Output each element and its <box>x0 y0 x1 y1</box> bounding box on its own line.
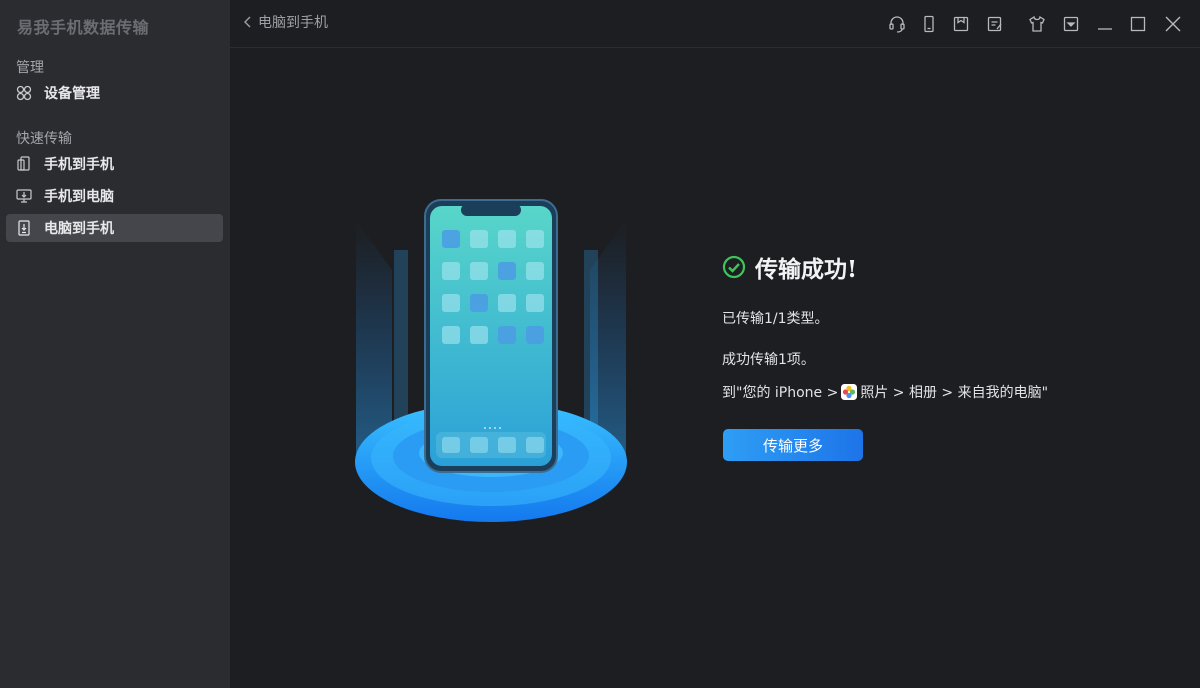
sidebar-item-label: 电脑到手机 <box>44 221 114 237</box>
section-label-quick: 快速传输 <box>16 131 72 147</box>
section-label-manage: 管理 <box>16 60 44 76</box>
bookmark-button[interactable] <box>949 12 973 36</box>
success-check-icon <box>722 255 746 279</box>
sidebar-item-label: 手机到电脑 <box>44 189 114 205</box>
phone-icon <box>924 15 934 33</box>
destination-prefix: 到"您的 iPhone > <box>722 385 839 401</box>
chevron-left-icon <box>244 16 251 28</box>
result-line-types: 已传输1/1类型。 <box>722 311 829 327</box>
maximize-icon <box>1130 16 1146 32</box>
phone-to-phone-icon <box>16 156 32 172</box>
sidebar-item-pc-to-phone[interactable]: 电脑到手机 <box>6 214 223 242</box>
destination-photos: 照片 <box>860 385 889 401</box>
result-line-items: 成功传输1项。 <box>722 352 815 368</box>
minimize-icon <box>1098 28 1112 30</box>
back-button[interactable]: 电脑到手机 <box>242 12 328 32</box>
maximize-button[interactable] <box>1126 12 1150 36</box>
result-title: 传输成功! <box>755 256 858 283</box>
sidebar-item-label: 设备管理 <box>44 86 100 102</box>
notes-icon <box>987 16 1002 32</box>
headset-icon <box>889 16 905 33</box>
device-manage-icon <box>16 85 32 101</box>
pc-to-phone-icon <box>16 220 32 236</box>
tshirt-icon <box>1029 15 1045 32</box>
device-button[interactable] <box>917 12 941 36</box>
app-title: 易我手机数据传输 <box>17 18 150 37</box>
minimize-button[interactable] <box>1093 12 1117 36</box>
close-button[interactable] <box>1161 12 1185 36</box>
destination-suffix: > 相册 > 来自我的电脑" <box>888 385 1049 401</box>
topbar: 电脑到手机 <box>230 0 1200 48</box>
support-button[interactable] <box>885 12 909 36</box>
sidebar-item-device-manage[interactable]: 设备管理 <box>6 79 223 107</box>
phone-to-pc-icon <box>16 188 32 204</box>
sidebar-item-phone-to-phone[interactable]: 手机到手机 <box>6 150 223 178</box>
photos-app-icon <box>841 384 858 400</box>
sidebar-item-label: 手机到手机 <box>44 157 114 173</box>
sidebar-item-phone-to-pc[interactable]: 手机到电脑 <box>6 182 223 210</box>
transfer-illustration <box>350 190 640 535</box>
result-destination: 到"您的 iPhone > 照片 > 相册 > 来自我的电脑" <box>722 382 1048 402</box>
sidebar: 易我手机数据传输 管理 设备管理 快速传输 手机到手机 手机到电脑 电脑到手机 <box>0 0 230 688</box>
breadcrumb: 电脑到手机 <box>258 15 328 31</box>
result-panel: 传输成功! 已传输1/1类型。 成功传输1项。 到"您的 iPhone > 照片… <box>722 252 1162 461</box>
notes-button[interactable] <box>983 12 1007 36</box>
bookmark-icon <box>953 16 969 32</box>
menu-button[interactable] <box>1059 12 1083 36</box>
close-icon <box>1165 16 1181 32</box>
dropdown-menu-icon <box>1063 16 1079 32</box>
skin-button[interactable] <box>1025 12 1049 36</box>
transfer-more-button[interactable]: 传输更多 <box>723 429 863 461</box>
